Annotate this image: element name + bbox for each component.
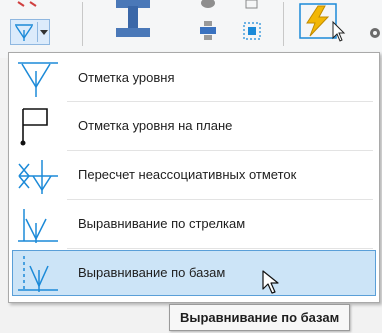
frame-tool-icon[interactable] (242, 0, 262, 12)
menu-item-label: Отметка уровня (78, 70, 175, 85)
menu-item-level-mark[interactable]: Отметка уровня (12, 55, 376, 101)
menu-item-plan-level-mark[interactable]: Отметка уровня на плане (12, 103, 376, 149)
settings-gear-icon[interactable] (366, 24, 382, 42)
level-mark-icon (18, 62, 58, 97)
align-arrows-icon (18, 209, 58, 243)
menu-item-label: Пересчет неассоциативных отметок (78, 167, 297, 182)
level-mark-small-icon (15, 24, 33, 41)
mouse-pointer-icon (262, 270, 279, 294)
menu-separator (67, 199, 373, 200)
recalc-marks-icon (18, 160, 58, 194)
level-marks-dropdown-button[interactable] (10, 19, 50, 45)
clipped-tool-icon[interactable] (14, 0, 44, 8)
tooltip: Выравнивание по базам (169, 304, 351, 331)
ribbon-toolbar (0, 0, 382, 58)
ribbon-separator (82, 2, 83, 46)
menu-item-label: Выравнивание по базам (78, 265, 226, 280)
align-bases-icon (18, 256, 58, 292)
menu-item-align-arrows[interactable]: Выравнивание по стрелкам (12, 201, 376, 247)
menu-separator (67, 150, 373, 151)
i-beam-icon[interactable] (112, 0, 156, 40)
round-tool-icon[interactable] (198, 0, 218, 12)
chevron-down-icon[interactable] (40, 30, 48, 35)
split-divider (37, 22, 38, 42)
ribbon-separator (283, 2, 284, 46)
level-marks-dropdown-menu: Отметка уровня Отметка уровня на плане П… (8, 52, 380, 303)
lightning-select-icon[interactable] (296, 2, 348, 42)
menu-item-label: Выравнивание по стрелкам (78, 216, 246, 231)
stack-tool-icon[interactable] (198, 20, 218, 42)
plan-level-mark-icon (20, 108, 48, 146)
menu-item-label: Отметка уровня на плане (78, 118, 233, 133)
menu-item-align-bases[interactable]: Выравнивание по базам (12, 250, 376, 296)
menu-separator (67, 101, 373, 102)
menu-separator (67, 248, 373, 249)
menu-item-recalc-marks[interactable]: Пересчет неассоциативных отметок (12, 152, 376, 198)
select-group-icon[interactable] (242, 21, 262, 41)
